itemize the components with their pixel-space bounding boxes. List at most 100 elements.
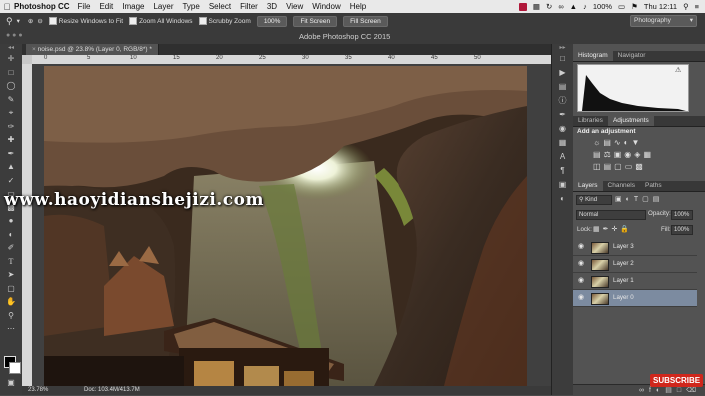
trash-icon[interactable]: ⌫ — [686, 387, 701, 394]
resize-windows-checkbox[interactable] — [48, 17, 57, 25]
menu-type[interactable]: Type — [182, 2, 199, 11]
apple-icon[interactable]:  — [0, 2, 14, 12]
zoom-out-icon[interactable]: ⊖ — [37, 17, 42, 25]
document-image-cave[interactable] — [44, 66, 527, 386]
tab-libraries[interactable]: Libraries — [573, 116, 608, 126]
new-group-icon[interactable]: ▤ — [665, 387, 677, 394]
marquee-tool-icon[interactable]: □ — [0, 66, 22, 80]
blur-tool-icon[interactable]: ● — [0, 214, 22, 228]
type-tool-icon[interactable]: T — [0, 255, 22, 269]
clone-stamp-tool-icon[interactable]: ▲ — [0, 160, 22, 174]
menu-file[interactable]: File — [78, 2, 91, 11]
lock-icons[interactable]: ▦✒✛🔒 — [593, 225, 632, 233]
subscribe-badge[interactable]: SUBSCRIBE — [650, 374, 704, 387]
menu-list-icon[interactable]: ≡ — [695, 2, 699, 11]
document-tab[interactable]: × noise.psd @ 23.8% (Layer 0, RGB/8*) * — [26, 44, 159, 55]
character-icon[interactable]: A — [552, 150, 573, 164]
tab-paths[interactable]: Paths — [640, 181, 667, 191]
history-icon[interactable]: □ — [552, 52, 573, 66]
fx-icon[interactable]: f — [649, 387, 656, 394]
menu-edit[interactable]: Edit — [99, 2, 113, 11]
paragraph-icon[interactable]: ¶ — [552, 164, 573, 178]
link-icon[interactable]: ∞ — [639, 387, 649, 394]
window-controls[interactable]: ● ● ● — [6, 32, 23, 39]
app-menu[interactable]: Photoshop CC — [14, 2, 70, 11]
opacity-field[interactable]: 100% — [671, 210, 693, 220]
info-icon[interactable]: ⓘ — [552, 94, 573, 108]
adjustment-icons-row1[interactable]: ☼▤∿◐▼ — [593, 138, 693, 147]
color-icon[interactable]: ◐ — [552, 192, 573, 206]
sync-icon[interactable]: ↻ — [546, 2, 552, 11]
swatches-icon[interactable]: ▦ — [552, 136, 573, 150]
tab-adjustments[interactable]: Adjustments — [607, 116, 654, 126]
fill-screen-button[interactable]: Fill Screen — [343, 15, 388, 27]
zoom-tool-icon[interactable]: ⚲ — [0, 309, 22, 323]
history-brush-tool-icon[interactable]: ✓ — [0, 174, 22, 188]
new-layer-icon[interactable]: □ — [677, 387, 686, 394]
layer-row-0[interactable]: ◉ Layer 0 — [573, 290, 697, 307]
layer-filter-icons[interactable]: ▣◐T▢▤ — [615, 195, 663, 203]
menu-window[interactable]: Window — [312, 2, 340, 11]
properties-icon[interactable]: ▤ — [552, 80, 573, 94]
bluetooth-icon[interactable]: ∞ — [558, 2, 563, 11]
clock[interactable]: Thu 12:11 — [644, 2, 677, 11]
blend-mode-select[interactable]: Normal — [576, 210, 646, 220]
shape-tool-icon[interactable]: ▢ — [0, 282, 22, 296]
layer-filter-kind[interactable]: ⚲ Kind — [576, 195, 612, 205]
record-icon[interactable] — [518, 2, 527, 11]
volume-icon[interactable]: ♪ — [583, 2, 587, 11]
adjustment-icons-row2[interactable]: ▤⚖▣◉◈▦ — [593, 150, 693, 159]
crop-tool-icon[interactable]: ⌖ — [0, 106, 22, 120]
menu-help[interactable]: Help — [350, 2, 366, 11]
zoom-100-button[interactable]: 100% — [256, 15, 288, 27]
chevron-down-icon[interactable]: ▾ — [17, 17, 20, 25]
quick-select-tool-icon[interactable]: ✎ — [0, 93, 22, 107]
dodge-tool-icon[interactable]: ◐ — [0, 228, 22, 242]
warning-icon[interactable]: ⚠ — [675, 66, 681, 74]
eye-icon[interactable]: ◉ — [576, 273, 586, 289]
status-zoom[interactable]: 23.78% — [28, 386, 48, 395]
search-icon[interactable]: ⚲ — [683, 2, 689, 11]
hand-tool-icon[interactable]: ✋ — [0, 295, 22, 309]
path-select-tool-icon[interactable]: ➤ — [0, 268, 22, 282]
flag-icon[interactable]: ⚑ — [631, 2, 638, 11]
layer-row-3[interactable]: ◉ Layer 3 — [573, 239, 697, 256]
tab-navigator[interactable]: Navigator — [613, 51, 651, 61]
menu-select[interactable]: Select — [209, 2, 231, 11]
eye-icon[interactable]: ◉ — [576, 290, 586, 306]
wifi-icon[interactable]: ▲ — [570, 2, 577, 11]
collapse-icon[interactable]: ▸▸ — [552, 44, 573, 52]
clone-source-icon[interactable]: ◉ — [552, 122, 573, 136]
pen-tool-icon[interactable]: ✐ — [0, 241, 22, 255]
actions-icon[interactable]: ▶ — [552, 66, 573, 80]
quick-mask-icon[interactable]: ▣ — [0, 376, 22, 390]
menu-layer[interactable]: Layer — [153, 2, 173, 11]
background-color-swatch[interactable] — [9, 362, 21, 374]
layer-row-2[interactable]: ◉ Layer 2 — [573, 256, 697, 273]
zoom-all-checkbox[interactable] — [129, 17, 138, 25]
battery-value[interactable]: 100% — [593, 2, 612, 11]
layer-row-1[interactable]: ◉ Layer 1 — [573, 273, 697, 290]
mask-icon[interactable]: ◐ — [656, 387, 665, 394]
close-icon[interactable]: × — [32, 46, 36, 53]
menu-image[interactable]: Image — [122, 2, 144, 11]
vertical-ruler[interactable] — [22, 64, 32, 386]
eye-icon[interactable]: ◉ — [576, 239, 586, 255]
workspace-select[interactable]: Photography ▾ — [630, 15, 697, 27]
tab-histogram[interactable]: Histogram — [573, 51, 613, 61]
adjustment-icons-row3[interactable]: ◫▤▢▭▩ — [593, 162, 693, 171]
move-tool-icon[interactable]: ✛ — [0, 52, 22, 66]
eye-icon[interactable]: ◉ — [576, 256, 586, 272]
styles-icon[interactable]: ▣ — [552, 178, 573, 192]
zoom-tool-icon[interactable]: ⚲ — [6, 16, 13, 27]
more-tools-icon[interactable]: ⋯ — [0, 322, 22, 336]
fit-screen-button[interactable]: Fit Screen — [293, 15, 338, 27]
healing-brush-tool-icon[interactable]: ✚ — [0, 133, 22, 147]
dropbox-icon[interactable]: ▦ — [533, 2, 540, 11]
status-doc-size[interactable]: Doc: 103.4M/413.7M — [84, 386, 140, 395]
menu-filter[interactable]: Filter — [240, 2, 258, 11]
zoom-in-icon[interactable]: ⊕ — [28, 17, 33, 25]
brush-tool-icon[interactable]: ✒ — [0, 147, 22, 161]
fill-field[interactable]: 100% — [671, 225, 693, 235]
menu-3d[interactable]: 3D — [267, 2, 277, 11]
